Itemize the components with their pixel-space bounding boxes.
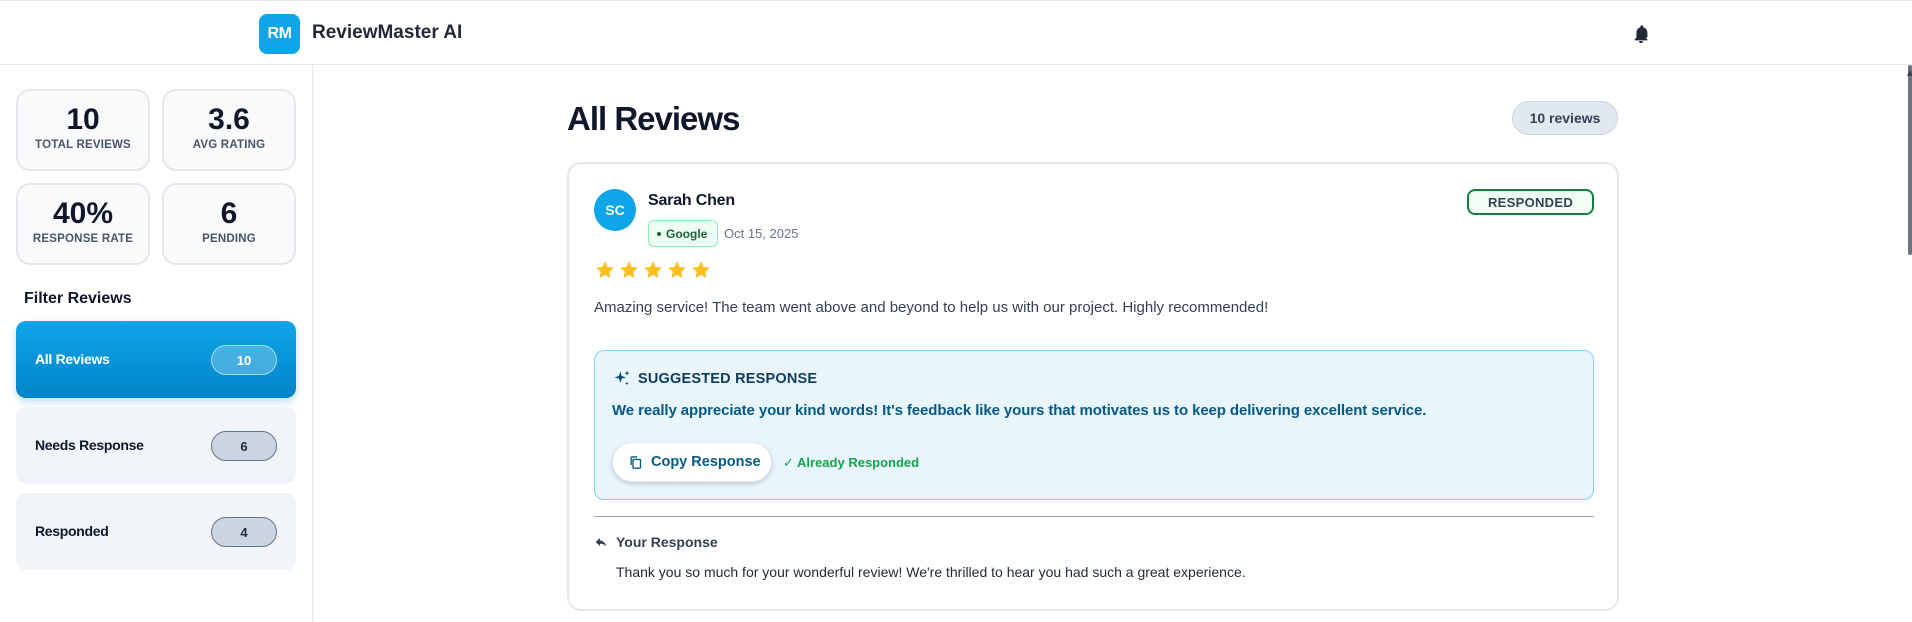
copy-response-label: Copy Response	[651, 454, 761, 470]
scrollbar[interactable]	[1908, 65, 1912, 255]
your-response-title: Your Response	[616, 534, 718, 550]
scroll-up-arrow-icon[interactable]	[1907, 70, 1912, 76]
dot-icon	[657, 231, 661, 236]
suggested-response-title: SUGGESTED RESPONSE	[638, 371, 818, 387]
source-badge: Google	[648, 220, 719, 247]
copy-icon	[630, 455, 642, 469]
stat-value: 40%	[52, 197, 114, 230]
star-icon	[644, 261, 662, 278]
app-title[interactable]: ReviewMaster AI	[312, 22, 462, 44]
filter-label: All Reviews	[35, 351, 110, 367]
avatar: SC	[594, 189, 636, 231]
star-icon	[620, 261, 638, 278]
stat-label: TOTAL REVIEWS	[35, 139, 131, 151]
filter-label: Needs Response	[35, 437, 144, 453]
logo-badge[interactable]: RM	[259, 14, 300, 54]
filter-count-badge: 10	[211, 345, 277, 375]
already-responded-note: ✓ Already Responded	[783, 455, 920, 470]
review-text: Amazing service! The team went above and…	[594, 299, 1269, 316]
star-rating	[594, 259, 712, 281]
star-icon	[596, 261, 614, 278]
reviewer-name: Sarah Chen	[648, 192, 735, 209]
reply-icon	[595, 537, 607, 547]
filter-label: Responded	[35, 523, 109, 539]
stat-value: 3.6	[208, 103, 250, 136]
review-card: SC Sarah Chen Google Oct 15, 2025 RESPON…	[567, 162, 1619, 611]
source-label: Google	[666, 226, 708, 241]
filter-count-badge: 4	[211, 517, 277, 547]
suggested-response-text: We really appreciate your kind words! It…	[612, 402, 1427, 419]
status-badge: RESPONDED	[1467, 189, 1594, 215]
review-count-badge: 10 reviews	[1512, 101, 1618, 135]
sparkle-icon	[614, 370, 630, 386]
star-icon	[692, 261, 710, 278]
stat-pending: 6 PENDING	[162, 183, 296, 265]
filter-count-badge: 6	[211, 431, 277, 461]
your-response-text: Thank you so much for your wonderful rev…	[616, 564, 1246, 580]
review-date: Oct 15, 2025	[724, 226, 799, 241]
bell-icon[interactable]	[1630, 22, 1652, 46]
filter-needs-response[interactable]: Needs Response 6	[16, 407, 296, 484]
star-icon	[668, 261, 686, 278]
filter-heading: Filter Reviews	[24, 290, 132, 307]
stat-value: 10	[66, 103, 100, 136]
page-title: All Reviews	[567, 100, 740, 137]
stat-label: PENDING	[202, 233, 256, 245]
suggested-response-panel: SUGGESTED RESPONSE We really appreciate …	[594, 350, 1594, 500]
sidebar: 10 TOTAL REVIEWS 3.6 AVG RATING 40% RESP…	[0, 65, 313, 622]
stat-label: AVG RATING	[192, 139, 266, 151]
stat-value: 6	[220, 197, 238, 230]
stat-avg-rating: 3.6 AVG RATING	[162, 89, 296, 171]
top-bar: RM ReviewMaster AI	[0, 0, 1912, 65]
filter-all-reviews[interactable]: All Reviews 10	[16, 321, 296, 398]
copy-response-button[interactable]: Copy Response	[612, 442, 772, 482]
divider	[594, 516, 1594, 517]
stat-label: RESPONSE RATE	[32, 233, 134, 245]
stat-total-reviews: 10 TOTAL REVIEWS	[16, 89, 150, 171]
stat-response-rate: 40% RESPONSE RATE	[16, 183, 150, 265]
filter-responded[interactable]: Responded 4	[16, 493, 296, 570]
